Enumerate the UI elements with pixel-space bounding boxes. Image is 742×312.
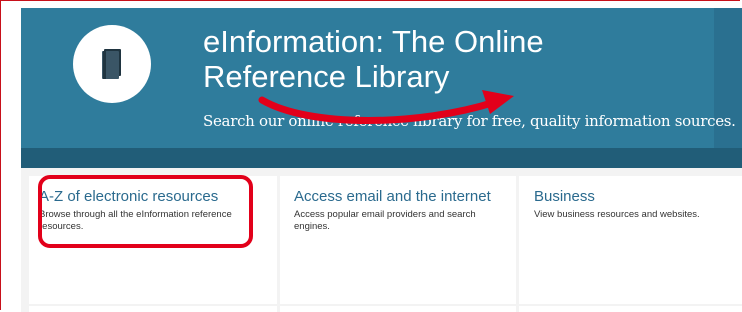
card-next-row bbox=[280, 306, 516, 312]
logo[interactable] bbox=[73, 25, 151, 103]
card-title[interactable]: Business bbox=[534, 176, 732, 206]
header-band bbox=[21, 148, 742, 168]
annotation-highlight-box bbox=[38, 175, 253, 248]
card-description: View business resources and websites. bbox=[534, 209, 700, 220]
card-title[interactable]: Access email and the internet bbox=[294, 176, 506, 206]
book-icon bbox=[102, 49, 121, 79]
card-email-internet[interactable]: Access email and the internet Access pop… bbox=[280, 176, 516, 304]
card-next-row bbox=[519, 306, 742, 312]
page-title-line1: eInformation: The Online bbox=[203, 24, 544, 59]
card-next-row bbox=[29, 306, 277, 312]
card-description: Access popular email providers and searc… bbox=[294, 209, 476, 232]
card-business[interactable]: Business View business resources and web… bbox=[519, 176, 742, 304]
page-title: eInformation: The Online Reference Libra… bbox=[203, 24, 544, 94]
annotation-arrow bbox=[258, 90, 514, 124]
